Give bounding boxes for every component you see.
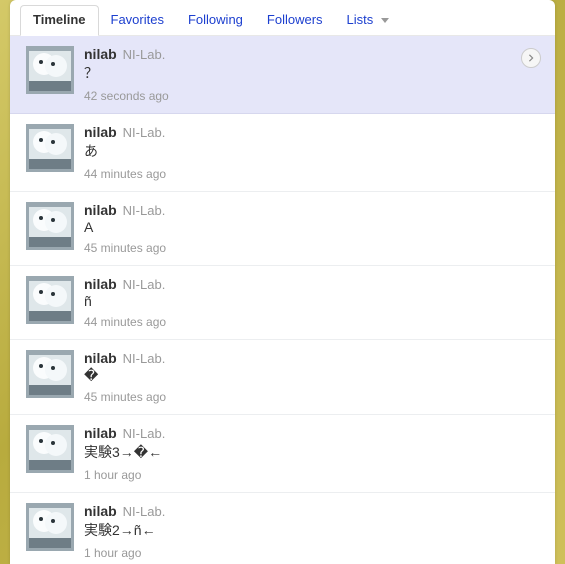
avatar-icon	[26, 276, 74, 324]
tweet-text: ？	[84, 63, 539, 83]
username[interactable]: nilab	[84, 46, 117, 62]
tweet-item[interactable]: nilab NI-Lab. � 45 minutes ago	[10, 340, 555, 415]
tab-label: Favorites	[111, 12, 164, 27]
tweet-time[interactable]: 1 hour ago	[84, 546, 539, 560]
avatar[interactable]	[26, 202, 74, 250]
expand-button[interactable]	[521, 48, 541, 68]
tweet-header: nilab NI-Lab.	[84, 276, 539, 292]
avatar-icon	[26, 46, 74, 94]
tweet-text: 実験3→�←	[84, 442, 539, 462]
tweet-time[interactable]: 44 minutes ago	[84, 167, 539, 181]
fullname: NI-Lab.	[123, 277, 166, 292]
avatar-icon	[26, 124, 74, 172]
page-background: Timeline Favorites Following Followers L…	[0, 0, 565, 564]
tweet-text: ñ	[84, 293, 539, 309]
tweet-body: nilab NI-Lab. ñ 44 minutes ago	[84, 276, 539, 329]
tweet-header: nilab NI-Lab.	[84, 425, 539, 441]
avatar[interactable]	[26, 276, 74, 324]
avatar-icon	[26, 350, 74, 398]
tweet-time[interactable]: 45 minutes ago	[84, 241, 539, 255]
avatar-icon	[26, 202, 74, 250]
tweet-item[interactable]: nilab NI-Lab. 実験2→ñ← 1 hour ago	[10, 493, 555, 564]
tab-label: Following	[188, 12, 243, 27]
tweet-time[interactable]: 42 seconds ago	[84, 89, 539, 103]
tweet-body: nilab NI-Lab. あ 44 minutes ago	[84, 124, 539, 181]
tweet-text: 実験2→ñ←	[84, 520, 539, 540]
username[interactable]: nilab	[84, 425, 117, 441]
fullname: NI-Lab.	[123, 125, 166, 140]
tweet-body: nilab NI-Lab. 実験2→ñ← 1 hour ago	[84, 503, 539, 560]
username[interactable]: nilab	[84, 503, 117, 519]
tab-timeline[interactable]: Timeline	[20, 5, 99, 36]
avatar-icon	[26, 503, 74, 551]
tweet-time[interactable]: 44 minutes ago	[84, 315, 539, 329]
tweet-header: nilab NI-Lab.	[84, 503, 539, 519]
avatar[interactable]	[26, 46, 74, 94]
tabs-bar: Timeline Favorites Following Followers L…	[10, 0, 555, 36]
avatar[interactable]	[26, 503, 74, 551]
avatar[interactable]	[26, 425, 74, 473]
tab-lists[interactable]: Lists	[335, 6, 401, 35]
tab-label: Timeline	[33, 12, 86, 27]
tweet-text: A	[84, 219, 539, 235]
avatar-icon	[26, 425, 74, 473]
avatar[interactable]	[26, 350, 74, 398]
tweet-item[interactable]: nilab NI-Lab. 実験3→�← 1 hour ago	[10, 415, 555, 493]
fullname: NI-Lab.	[123, 504, 166, 519]
tweet-body: nilab NI-Lab. A 45 minutes ago	[84, 202, 539, 255]
timeline-stream: nilab NI-Lab. ？ 42 seconds ago	[10, 36, 555, 564]
main-panel: Timeline Favorites Following Followers L…	[10, 0, 555, 564]
tab-label: Lists	[347, 12, 374, 27]
chevron-right-icon	[527, 54, 535, 62]
fullname: NI-Lab.	[123, 203, 166, 218]
avatar[interactable]	[26, 124, 74, 172]
tweet-item[interactable]: nilab NI-Lab. あ 44 minutes ago	[10, 114, 555, 192]
tab-label: Followers	[267, 12, 323, 27]
tab-following[interactable]: Following	[176, 6, 255, 35]
caret-down-icon	[381, 18, 389, 23]
tweet-text: �	[84, 367, 539, 384]
tweet-item[interactable]: nilab NI-Lab. A 45 minutes ago	[10, 192, 555, 266]
fullname: NI-Lab.	[123, 426, 166, 441]
fullname: NI-Lab.	[123, 351, 166, 366]
username[interactable]: nilab	[84, 350, 117, 366]
username[interactable]: nilab	[84, 124, 117, 140]
tweet-header: nilab NI-Lab.	[84, 350, 539, 366]
fullname: NI-Lab.	[123, 47, 166, 62]
username[interactable]: nilab	[84, 276, 117, 292]
tweet-time[interactable]: 1 hour ago	[84, 468, 539, 482]
username[interactable]: nilab	[84, 202, 117, 218]
tweet-item[interactable]: nilab NI-Lab. ？ 42 seconds ago	[10, 36, 555, 114]
tweet-body: nilab NI-Lab. � 45 minutes ago	[84, 350, 539, 404]
tweet-header: nilab NI-Lab.	[84, 46, 539, 62]
tweet-body: nilab NI-Lab. ？ 42 seconds ago	[84, 46, 539, 103]
tab-followers[interactable]: Followers	[255, 6, 335, 35]
tweet-header: nilab NI-Lab.	[84, 124, 539, 140]
tweet-header: nilab NI-Lab.	[84, 202, 539, 218]
tweet-item[interactable]: nilab NI-Lab. ñ 44 minutes ago	[10, 266, 555, 340]
tweet-body: nilab NI-Lab. 実験3→�← 1 hour ago	[84, 425, 539, 482]
tab-favorites[interactable]: Favorites	[99, 6, 176, 35]
tweet-text: あ	[84, 141, 539, 161]
tweet-time[interactable]: 45 minutes ago	[84, 390, 539, 404]
